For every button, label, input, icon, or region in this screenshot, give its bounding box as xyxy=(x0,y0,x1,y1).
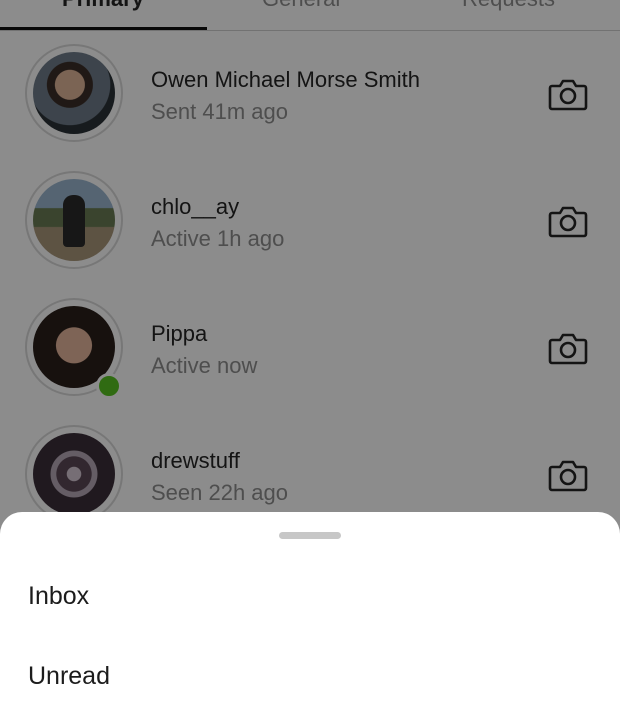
drag-handle[interactable] xyxy=(279,532,341,539)
sheet-option-inbox[interactable]: Inbox xyxy=(28,582,89,611)
filter-bottom-sheet: Inbox Unread xyxy=(0,512,620,712)
sheet-option-unread[interactable]: Unread xyxy=(28,662,110,691)
